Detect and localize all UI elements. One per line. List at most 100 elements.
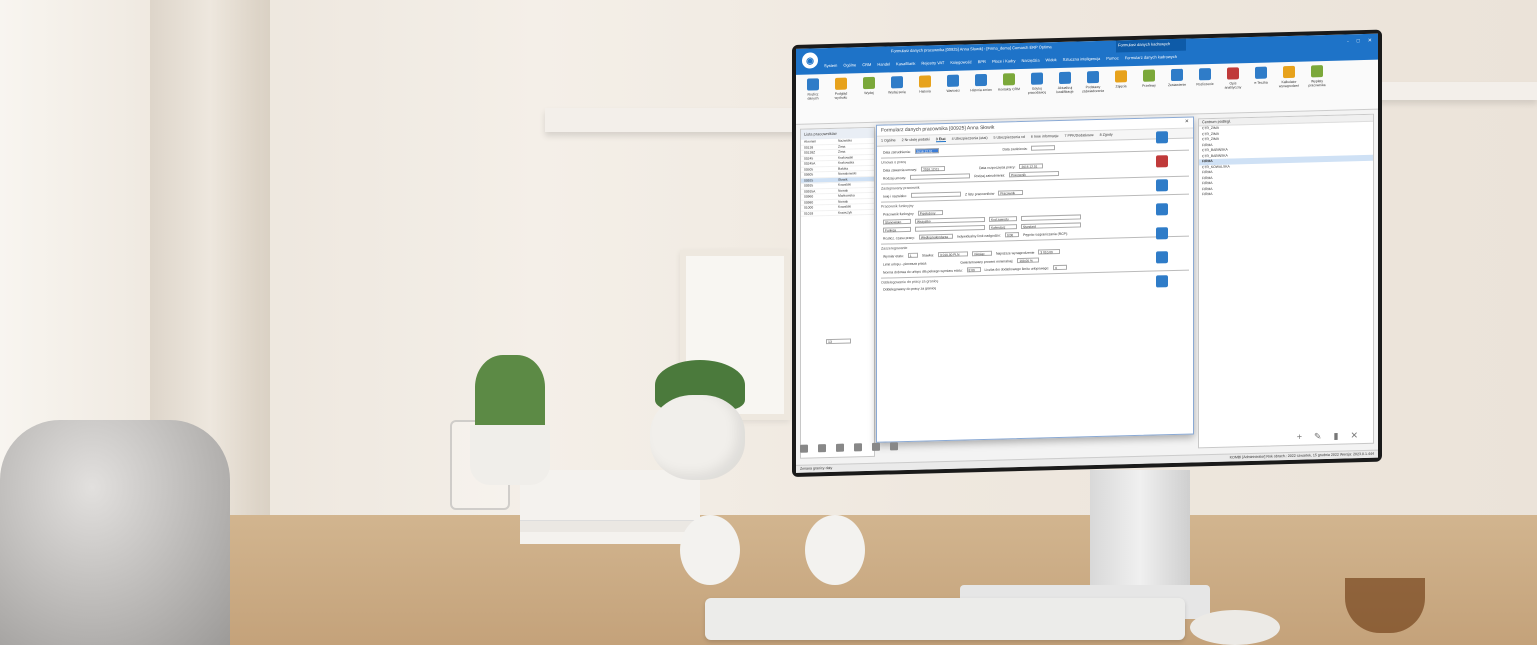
ribbon-button[interactable]: Historia zmian (970, 73, 992, 93)
dialog-tab[interactable]: 1 Ogólne (881, 138, 896, 143)
position-input[interactable]: Wszystko (915, 216, 985, 224)
menu-item[interactable]: Pomoc (1106, 55, 1118, 60)
add-icon[interactable] (800, 444, 808, 453)
menu-item[interactable]: Sztuczna inteligencja (1063, 56, 1101, 62)
edit-icon[interactable] (818, 444, 826, 453)
plus-icon[interactable]: + (1297, 432, 1302, 443)
person-icon[interactable] (1156, 203, 1168, 216)
start-date-input[interactable]: 2016.12.01 (1019, 163, 1044, 170)
people-icon[interactable] (1156, 179, 1168, 192)
context-tab[interactable]: Formularz danych kadrowych (1116, 38, 1186, 53)
guaranteed-input[interactable]: 100,00 % (1017, 257, 1040, 264)
calendar-input[interactable]: Standard (1021, 222, 1081, 230)
menu-item[interactable]: Widok (1046, 57, 1057, 62)
menu-item[interactable]: BPR (978, 59, 986, 64)
ribbon-button[interactable]: Wypłaty pracownika (1306, 65, 1328, 88)
menu-item[interactable]: System (824, 63, 837, 68)
maximize-button[interactable]: □ (1357, 38, 1360, 44)
period-select[interactable]: miesiąc (971, 250, 992, 257)
dialog-tab[interactable]: 7 PPK/Dodatkowe (1064, 133, 1093, 139)
ribbon-button[interactable]: e-Teczka (1250, 66, 1272, 85)
menu-item[interactable]: Handel (877, 61, 890, 66)
from-list-checkbox[interactable]: Z listy pracowników (965, 191, 994, 196)
ribbon-button[interactable]: Rozliczenie (1194, 68, 1216, 87)
min-salary-input[interactable]: 3 010,00 (1038, 248, 1061, 255)
export-icon[interactable] (872, 442, 880, 451)
ribbon-button[interactable]: Opis analityczny (1222, 67, 1244, 90)
time-input[interactable]: 1 (907, 252, 918, 258)
ribbon-button[interactable]: Aktualizuj kwalifikacje (1054, 71, 1076, 95)
ribbon-button[interactable]: Zajęcia (1110, 70, 1132, 89)
close-button[interactable]: ✕ (1368, 38, 1372, 44)
extra-leave-input[interactable]: 0 (1053, 264, 1068, 271)
ribbon-button[interactable]: Zestawienie (1166, 68, 1188, 88)
minimize-button[interactable]: - (1347, 38, 1349, 44)
ribbon-button[interactable]: Przelewy (1138, 69, 1160, 88)
position-button[interactable]: Stanowisko (883, 218, 911, 225)
supervisor-button[interactable]: Przełożony (917, 210, 943, 216)
ribbon-button[interactable]: Podgląd wydruku (830, 77, 852, 100)
abroad-checkbox[interactable]: Oddelegowany do pracy za granicę (883, 286, 936, 291)
cancel-icon[interactable] (1156, 155, 1168, 168)
ribbon-button[interactable]: Kalkulator wynagrodzeń (1278, 65, 1300, 89)
filter-icon[interactable] (890, 442, 898, 451)
min-salary-checkbox[interactable]: Najniższe wynagrodzenie (996, 250, 1034, 255)
calendar-icon[interactable] (1156, 251, 1168, 264)
function-button[interactable]: Funkcja (883, 226, 911, 233)
menu-item[interactable]: Rejestry VAT (921, 60, 944, 66)
ribbon-icon (975, 73, 987, 87)
employment-type-select[interactable]: Pracownik (1009, 171, 1060, 178)
ribbon-button[interactable]: Wydaj (858, 76, 880, 96)
dialog-close-icon[interactable]: ✕ (1185, 119, 1189, 125)
menu-item[interactable]: CRM (862, 62, 871, 67)
ribbon-button[interactable]: Wydaj serię (886, 76, 908, 95)
ribbon-button[interactable]: Kontakty CRM (998, 73, 1020, 92)
ribbon-button[interactable]: Edytuj pracodawcę (1026, 72, 1048, 95)
date-employed-input[interactable]: 2016.12.01 (914, 148, 939, 154)
save-icon[interactable] (1156, 131, 1168, 144)
menu-item[interactable]: Księgowość (950, 59, 971, 65)
print-icon[interactable] (854, 443, 862, 452)
document-icon[interactable] (1156, 275, 1168, 288)
app-logo-icon[interactable]: ◉ (802, 52, 818, 69)
profession-button[interactable]: Kod zawodu (989, 216, 1017, 222)
ribbon-button[interactable]: Wartości (942, 74, 964, 93)
leave-input[interactable]: 8:00 (966, 267, 981, 273)
replaced-input[interactable] (910, 191, 961, 198)
ribbon-button[interactable]: Podstawy zaświadczenia (1082, 70, 1104, 93)
functional-checkbox[interactable]: Pracownik funkcyjny (883, 211, 914, 216)
employee-row[interactable]: 01018 Krawczyk (801, 209, 874, 217)
dialog-tab[interactable]: 3 Etat (935, 136, 946, 143)
ribbon-button[interactable]: Rozlicz danych (802, 78, 824, 101)
pencil-icon[interactable]: ✎ (1314, 431, 1322, 442)
menu-item[interactable]: Kasa/Bank (896, 61, 915, 67)
dialog-tab[interactable]: 5 Ubezpieczenia cd (994, 135, 1025, 141)
menu-item[interactable]: Narzędzia (1022, 58, 1040, 63)
contract-date-input[interactable]: 2016.12.01 (921, 165, 946, 172)
first-job-checkbox[interactable]: Limit urlopu - pierwsza praca (883, 261, 926, 266)
overtime-input[interactable]: 0:00 (1004, 232, 1019, 238)
trash-icon[interactable]: ▮ (1334, 431, 1339, 442)
date-dismissed-input[interactable] (1031, 145, 1056, 151)
group-icon[interactable] (1156, 227, 1168, 240)
function-input[interactable] (915, 224, 985, 232)
settlement-select[interactable]: Według kalendarza (918, 233, 953, 240)
menu-item[interactable]: Ogólne (843, 62, 856, 67)
employee-button[interactable]: Pracownik (998, 189, 1024, 196)
column-header-name[interactable]: Nazwisko (838, 138, 852, 143)
menu-item[interactable]: Płace i Kadry (992, 58, 1016, 64)
calendar-button[interactable]: Kalendarz (989, 224, 1017, 230)
dialog-tab[interactable]: 6 Inne informacje (1031, 134, 1059, 140)
dialog-tab[interactable]: 2 Nr ulotę podatki (902, 137, 930, 143)
dialog-tab[interactable]: 8 Zgody (1100, 133, 1113, 138)
ribbon-button[interactable]: Historia (914, 75, 936, 94)
dialog-tab[interactable]: 4 Ubezpieczenia (etat) (952, 136, 988, 142)
rate-label: Stawka: (921, 252, 934, 258)
menu-item[interactable]: Formularz danych kadrowych (1125, 54, 1177, 60)
close-x-icon[interactable]: ✕ (1350, 430, 1358, 441)
contract-type-select[interactable] (910, 173, 971, 180)
column-header-code[interactable]: Akronim (804, 139, 834, 144)
rate-input[interactable]: 3 010,00 PLN (937, 251, 968, 258)
delete-icon[interactable] (836, 443, 844, 452)
profession-input[interactable] (1021, 214, 1081, 222)
